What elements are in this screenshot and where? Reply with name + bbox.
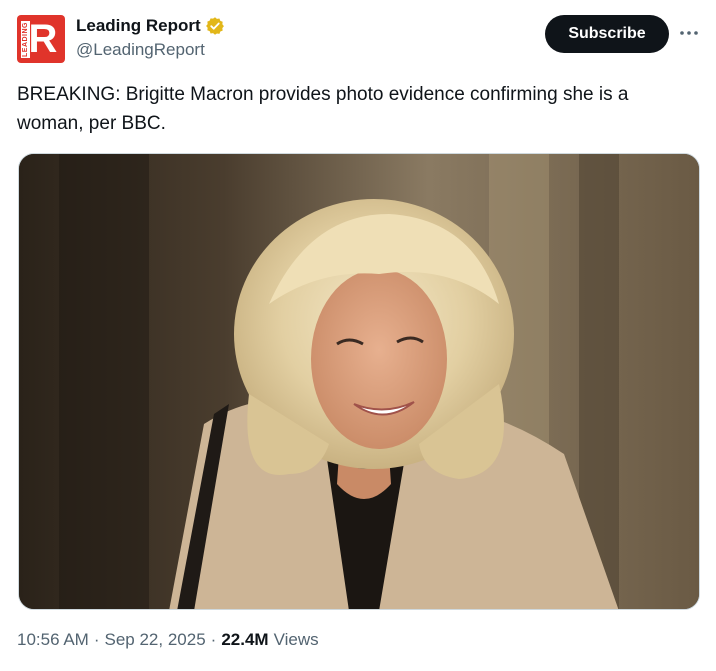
author-handle[interactable]: @LeadingReport (76, 40, 205, 60)
author-name-row: Leading Report (76, 16, 225, 36)
tweet-meta: 10:56 AM · Sep 22, 2025 · 22.4M Views (17, 630, 319, 650)
avatar-logo-mark: R (28, 17, 58, 61)
views-label[interactable]: Views (274, 630, 319, 650)
tweet-photo[interactable] (18, 153, 700, 610)
subscribe-button[interactable]: Subscribe (545, 15, 669, 53)
views-count[interactable]: 22.4M (221, 630, 268, 650)
tweet-text: BREAKING: Brigitte Macron provides photo… (17, 84, 629, 134)
meta-separator: · (93, 630, 100, 649)
meta-separator: · (210, 630, 217, 649)
avatar[interactable]: LEADING R (17, 15, 65, 63)
gold-verified-icon[interactable] (205, 16, 225, 36)
tweet-date[interactable]: Sep 22, 2025 (105, 630, 206, 650)
author-display-name[interactable]: Leading Report (76, 16, 201, 36)
tweet-time[interactable]: 10:56 AM (17, 630, 89, 650)
more-horizontal-icon[interactable] (678, 22, 700, 44)
